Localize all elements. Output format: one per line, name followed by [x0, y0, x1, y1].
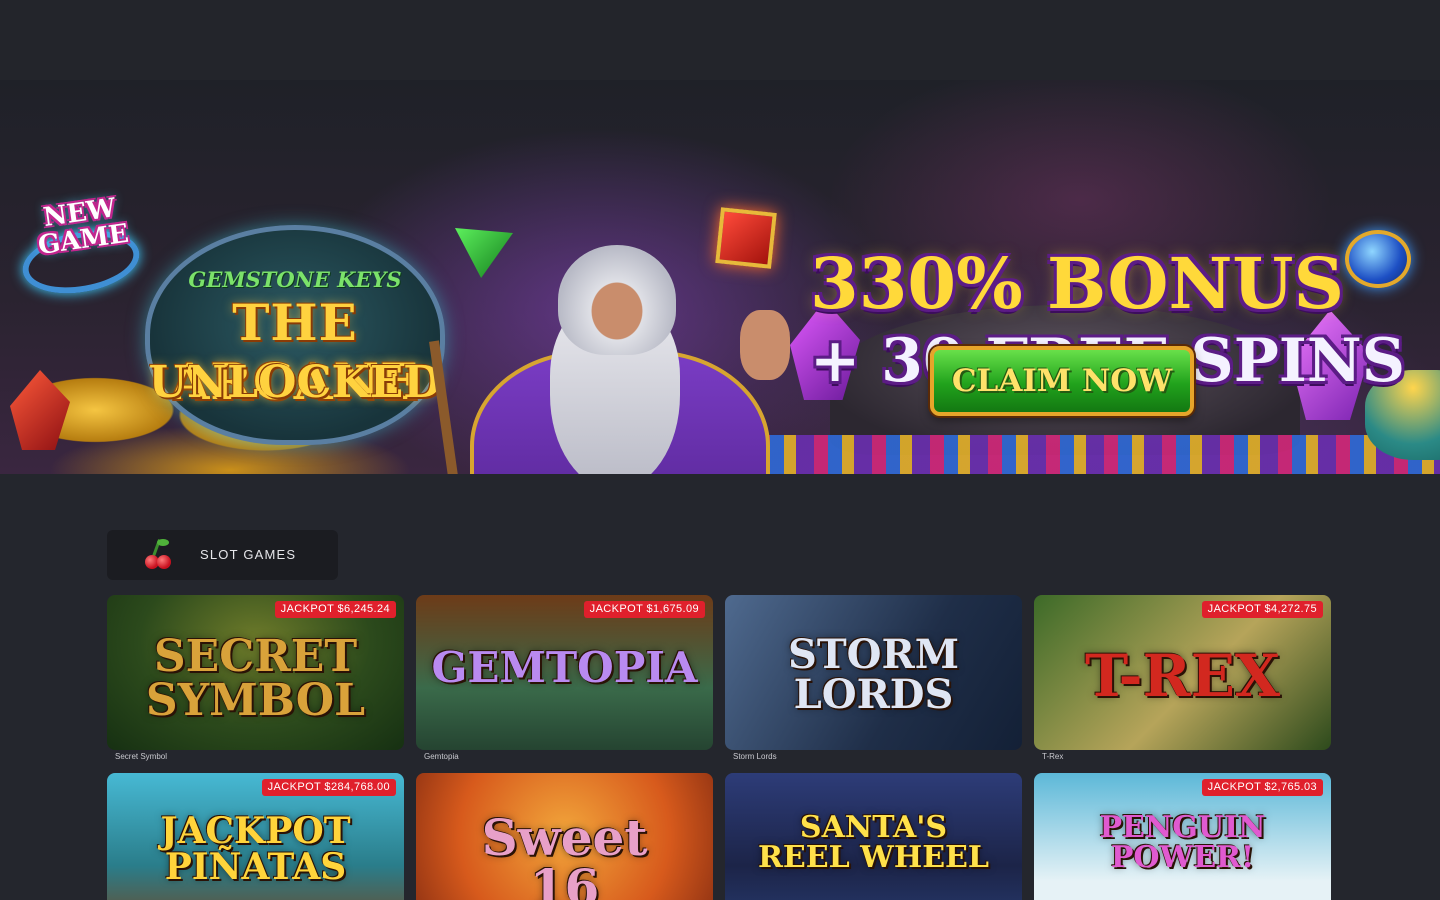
game-card[interactable]: GEMTOPIA JACKPOT $1,675.09 Gemtopia — [416, 595, 713, 761]
cherry-icon — [143, 539, 173, 571]
game-artwork-title: Sweet 16 — [481, 808, 648, 900]
game-thumbnail[interactable]: Sweet 16 — [416, 773, 713, 900]
game-thumbnail[interactable]: T-REX JACKPOT $4,272.75 — [1034, 595, 1331, 750]
game-artwork-title: JACKPOT PIÑATAS — [160, 810, 351, 888]
game-artwork-title: PENGUIN POWER! — [1099, 810, 1266, 875]
game-thumbnail[interactable]: SANTA'S REEL WHEEL — [725, 773, 1022, 900]
new-game-badge: NEW GAME — [17, 192, 145, 302]
game-card[interactable]: Sweet 16 — [416, 773, 713, 900]
game-title: T-Rex — [1042, 752, 1064, 761]
game-card[interactable]: SANTA'S REEL WHEEL — [725, 773, 1022, 900]
game-card[interactable]: PENGUIN POWER! JACKPOT $2,765.03 — [1034, 773, 1331, 900]
claim-now-button[interactable]: CLAIM NOW — [930, 346, 1194, 416]
game-thumbnail[interactable]: JACKPOT PIÑATAS JACKPOT $284,768.00 — [107, 773, 404, 900]
jackpot-badge: JACKPOT $284,768.00 — [261, 779, 396, 796]
logo-title-line2: UNLOCKED — [148, 357, 442, 408]
game-artwork-title: STORM LORDS — [787, 631, 959, 718]
wizard-hand — [740, 310, 790, 380]
game-artwork-title: SECRET SYMBOL — [145, 631, 366, 726]
game-card[interactable]: SECRET SYMBOL JACKPOT $6,245.24 Secret Sym… — [107, 595, 404, 761]
game-card[interactable]: T-REX JACKPOT $4,272.75 T-Rex — [1034, 595, 1331, 761]
game-artwork-title: SANTA'S REEL WHEEL — [757, 810, 990, 875]
slot-games-tab[interactable]: SLOT GAMES — [107, 530, 338, 580]
game-title: Storm Lords — [733, 752, 777, 761]
game-artwork-title: T-REX — [1084, 642, 1281, 710]
jackpot-badge: JACKPOT $2,765.03 — [1201, 779, 1323, 796]
promo-banner[interactable]: NEW GAME GEMSTONE KEYS THE ARCANE UNLOCK… — [0, 80, 1440, 474]
promo-bonus-text: 330% BONUS — [810, 242, 1345, 325]
wizard-head — [558, 245, 676, 355]
logo-subtitle: GEMSTONE KEYS — [188, 267, 402, 292]
game-thumbnail[interactable]: SECRET SYMBOL JACKPOT $6,245.24 — [107, 595, 404, 750]
slot-games-label: SLOT GAMES — [200, 547, 297, 562]
game-thumbnail[interactable]: STORM LORDS — [725, 595, 1022, 750]
top-navigation-bar — [0, 0, 1440, 80]
game-card[interactable]: STORM LORDS Storm Lords — [725, 595, 1022, 761]
game-title: Secret Symbol — [115, 752, 168, 761]
game-artwork-title: GEMTOPIA — [431, 643, 698, 692]
jackpot-badge: JACKPOT $1,675.09 — [583, 601, 705, 618]
game-card[interactable]: JACKPOT PIÑATAS JACKPOT $284,768.00 — [107, 773, 404, 900]
jackpot-badge: JACKPOT $6,245.24 — [274, 601, 396, 618]
red-gem-icon — [715, 207, 777, 269]
game-thumbnail[interactable]: PENGUIN POWER! JACKPOT $2,765.03 — [1034, 773, 1331, 900]
game-thumbnail[interactable]: GEMTOPIA JACKPOT $1,675.09 — [416, 595, 713, 750]
slot-games-section: SLOT GAMES SECRET SYMBOL JACKPOT $6,245.2… — [107, 520, 1337, 900]
wizard-character — [429, 230, 800, 474]
game-title: Gemtopia — [424, 752, 459, 761]
blue-gem-icon — [1345, 230, 1411, 288]
game-logo: GEMSTONE KEYS THE ARCANE UNLOCKED — [125, 225, 465, 450]
jackpot-badge: JACKPOT $4,272.75 — [1201, 601, 1323, 618]
new-game-label: NEW GAME — [36, 193, 131, 262]
